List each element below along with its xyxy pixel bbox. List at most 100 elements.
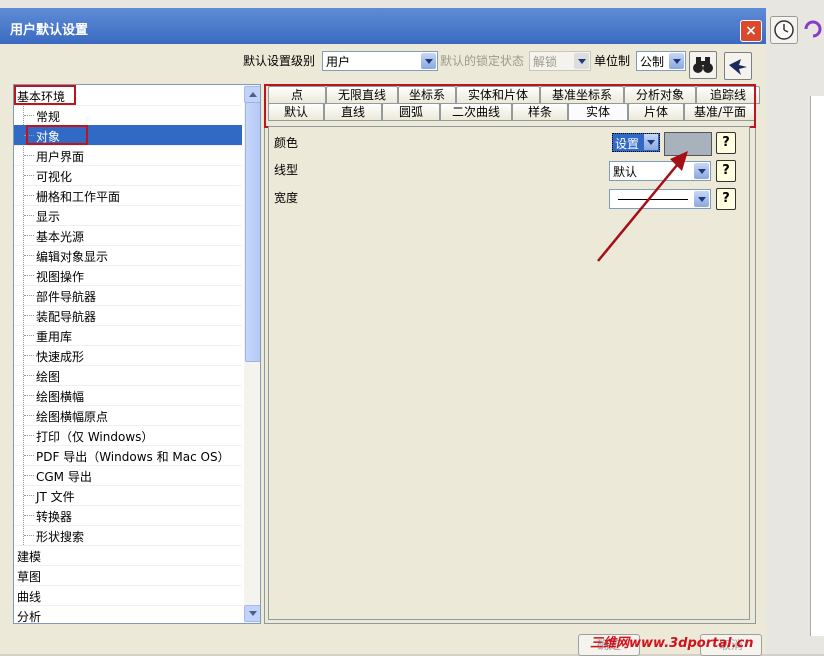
scroll-down-button[interactable]: [244, 605, 260, 622]
tree-item-label: 基本光源: [36, 230, 85, 244]
tree-item-label: 形状搜索: [36, 530, 85, 544]
settings-tree[interactable]: 基本环境 常规 对象 用户界面 可视化 栅格和工作平面 显示 基本光源 编辑对象显示 视图操作 部件…: [13, 84, 261, 624]
tree-item-label: 快速成形: [36, 350, 85, 364]
tree-item-child[interactable]: 栅格和工作平面: [14, 185, 242, 206]
tree-item-child[interactable]: 用户界面: [14, 145, 242, 166]
help-pointer-button[interactable]: [724, 52, 752, 80]
tab[interactable]: 直线: [324, 103, 382, 121]
lock-label: 默认的锁定状态: [440, 54, 525, 68]
tab[interactable]: 二次曲线: [440, 103, 512, 121]
tree-guide-line: [24, 175, 34, 176]
tab[interactable]: 片体: [628, 103, 684, 121]
tree-item-child[interactable]: 基本光源: [14, 225, 242, 246]
tree-scrollbar[interactable]: [244, 85, 260, 623]
tree-item-child[interactable]: 绘图横幅原点: [14, 405, 242, 426]
tree-item-child[interactable]: 装配导航器: [14, 305, 242, 326]
tab[interactable]: 追踪线: [696, 86, 760, 104]
tab[interactable]: 基准坐标系: [540, 86, 624, 104]
tab[interactable]: 基准/平面: [684, 103, 756, 121]
scroll-up-button[interactable]: [244, 86, 260, 103]
tab[interactable]: 分析对象: [624, 86, 696, 104]
tree-item-child[interactable]: 编辑对象显示: [14, 245, 242, 266]
tree-item-label: 常规: [36, 110, 61, 124]
close-button[interactable]: ×: [740, 20, 762, 42]
tab[interactable]: 默认: [268, 103, 324, 121]
tab[interactable]: 样条: [512, 103, 568, 121]
tree-item-child[interactable]: 形状搜索: [14, 525, 242, 546]
tree-item-label: 用户界面: [36, 150, 85, 164]
title-bar: [0, 8, 766, 44]
tree-guide-line: [24, 435, 34, 436]
tree-item-child[interactable]: PDF 导出（Windows 和 Mac OS）: [14, 445, 242, 466]
tree-guide-line: [24, 495, 34, 496]
tree-item-category[interactable]: 草图: [14, 565, 242, 586]
tree-item-child[interactable]: 重用库: [14, 325, 242, 346]
tree-item-label: 转换器: [36, 510, 73, 524]
top-toolbar-strip: [0, 0, 824, 8]
tree-item-child[interactable]: 视图操作: [14, 265, 242, 286]
side-panel: [810, 96, 824, 636]
chevron-down-icon: [574, 53, 589, 69]
help-icon[interactable]: ?: [716, 160, 736, 182]
tree-item-child[interactable]: 转换器: [14, 505, 242, 526]
lock-select[interactable]: 解锁: [529, 51, 591, 71]
tree-item-child[interactable]: CGM 导出: [14, 465, 242, 486]
tree-item-label: 视图操作: [36, 270, 85, 284]
lock-value: 解锁: [533, 55, 558, 69]
tree-guide-line: [24, 415, 34, 416]
help-icon[interactable]: ?: [716, 132, 736, 154]
tree-item-label: 显示: [36, 210, 61, 224]
tab[interactable]: 无限直线: [326, 86, 398, 104]
refresh-icon[interactable]: [802, 18, 824, 40]
tree-item-label: 分析: [17, 610, 42, 624]
tree-guide-line: [24, 235, 34, 236]
tree-guide-line: [24, 115, 34, 116]
tree-item-label: 打印（仅 Windows）: [36, 430, 154, 444]
tree-guide-line: [24, 375, 34, 376]
tree-item-label: CGM 导出: [36, 470, 92, 484]
tree-item-child[interactable]: 可视化: [14, 165, 242, 186]
tree-guide-line: [24, 275, 34, 276]
tree-guide-line: [24, 535, 34, 536]
level-label: 默认设置级别: [243, 54, 316, 68]
tree-guide-line: [24, 255, 34, 256]
tree-item-child[interactable]: JT 文件: [14, 485, 242, 506]
tab[interactable]: 实体和片体: [456, 86, 540, 104]
tree-item-label: 草图: [17, 570, 42, 584]
tree-guide-line: [24, 315, 34, 316]
scroll-thumb[interactable]: [245, 102, 260, 362]
level-select[interactable]: 用户: [322, 51, 438, 71]
tree-item-child[interactable]: 显示: [14, 205, 242, 226]
tree-item-child[interactable]: 快速成形: [14, 345, 242, 366]
find-binoculars-button[interactable]: [689, 51, 717, 79]
chevron-down-icon: [421, 53, 436, 69]
tab[interactable]: 实体: [568, 103, 628, 121]
binoculars-icon: [693, 57, 713, 73]
tree-item-label: 可视化: [36, 170, 73, 184]
level-value: 用户: [326, 55, 351, 69]
tree-item-label: JT 文件: [36, 490, 75, 504]
tree-item-category[interactable]: 曲线: [14, 585, 242, 606]
unit-select[interactable]: 公制: [636, 51, 686, 71]
tree-item-category[interactable]: 分析: [14, 605, 242, 624]
tree-item-child[interactable]: 打印（仅 Windows）: [14, 425, 242, 446]
tab[interactable]: 点: [268, 86, 326, 104]
tree-item-label: 曲线: [17, 590, 42, 604]
tree-guide-line: [24, 155, 34, 156]
tree-item-child[interactable]: 常规: [14, 105, 242, 126]
tree-guide-line: [24, 515, 34, 516]
tree-item-category[interactable]: 建模: [14, 545, 242, 566]
chevron-down-icon: [669, 53, 684, 69]
tree-item-child[interactable]: 绘图: [14, 365, 242, 386]
tree-item-label: PDF 导出（Windows 和 Mac OS）: [36, 450, 230, 464]
tree-item-child[interactable]: 绘图横幅: [14, 385, 242, 406]
tree-item-label: 绘图横幅: [36, 390, 85, 404]
tree-guide-line: [24, 295, 34, 296]
tree-item-child[interactable]: 部件导航器: [14, 285, 242, 306]
tab[interactable]: 圆弧: [382, 103, 440, 121]
tab[interactable]: 坐标系: [398, 86, 456, 104]
tree-item-label: 部件导航器: [36, 290, 97, 304]
clock-icon[interactable]: [770, 16, 798, 44]
help-icon[interactable]: ?: [716, 188, 736, 210]
tree-item-label: 建模: [17, 550, 42, 564]
